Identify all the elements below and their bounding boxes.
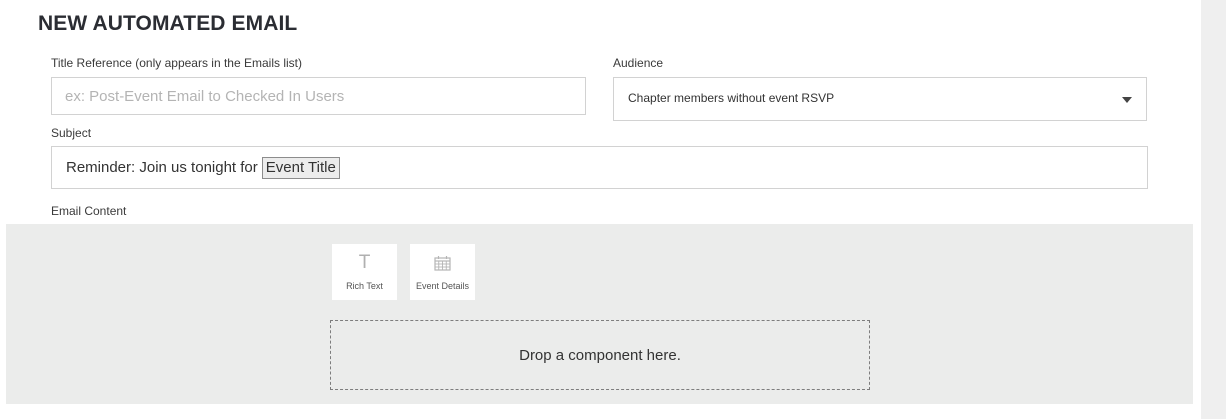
event-details-component[interactable]: Event Details	[410, 244, 475, 300]
audience-label: Audience	[613, 56, 664, 70]
component-label: Rich Text	[346, 281, 383, 291]
title-reference-label: Title Reference (only appears in the Ema…	[51, 56, 302, 70]
audience-selected-value: Chapter members without event RSVP	[628, 91, 835, 105]
subject-label: Subject	[51, 126, 92, 140]
email-content-label: Email Content	[51, 204, 127, 218]
subject-input[interactable]: Reminder: Join us tonight for Event Titl…	[51, 146, 1148, 189]
chevron-down-icon	[1122, 97, 1132, 103]
email-content-editor: T Rich Text Event Details Drop a compone…	[6, 224, 1193, 404]
rich-text-component[interactable]: T Rich Text	[332, 244, 397, 300]
component-label: Event Details	[415, 281, 470, 291]
calendar-icon	[410, 254, 475, 272]
drop-zone-text: Drop a component here.	[519, 346, 681, 364]
subject-text: Reminder: Join us tonight for	[66, 159, 258, 176]
page-title: NEW AUTOMATED EMAIL	[38, 12, 298, 35]
scrollbar[interactable]	[1201, 0, 1226, 419]
event-title-token[interactable]: Event Title	[261, 156, 340, 179]
drop-zone[interactable]: Drop a component here.	[330, 320, 870, 390]
text-icon: T	[358, 252, 371, 273]
title-reference-input[interactable]	[51, 77, 586, 115]
audience-select[interactable]: Chapter members without event RSVP	[613, 77, 1147, 121]
